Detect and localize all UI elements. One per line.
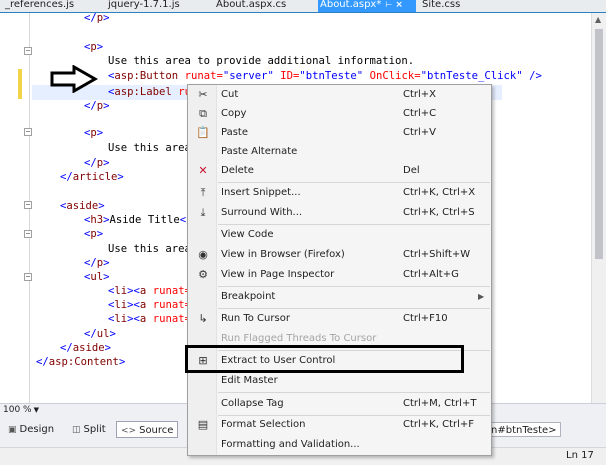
- code-line: Use this area: [108, 243, 191, 255]
- code-line: <aside>: [60, 200, 105, 212]
- arrow-pointer-icon: [50, 65, 98, 93]
- submenu-arrow-icon: ▶: [478, 292, 485, 301]
- code-line: Use this area to provide additional info…: [108, 55, 415, 67]
- code-line: Use this area: [108, 142, 191, 154]
- scroll-up-icon[interactable]: ▲: [595, 15, 601, 24]
- split-icon: ◫: [72, 425, 81, 435]
- change-marker: [18, 69, 22, 99]
- menu-item-paste[interactable]: 📋 Paste Ctrl+V: [189, 123, 490, 143]
- menu-item-view-code[interactable]: View Code: [189, 225, 490, 245]
- tab-about-aspx[interactable]: About.aspx* ⊢ ×: [318, 0, 416, 12]
- highlight-box: [185, 345, 464, 373]
- source-view-button[interactable]: <> Source: [116, 421, 179, 438]
- code-line: <h3>Aside Title</: [84, 214, 192, 226]
- copy-icon: ⧉: [199, 107, 207, 120]
- menu-item-view-in-browser[interactable]: ◉ View in Browser (Firefox) Ctrl+Shift+W: [189, 245, 490, 265]
- fold-toggle-icon[interactable]: −: [24, 47, 32, 55]
- zoom-dropdown[interactable]: 100 % ▼: [3, 405, 39, 415]
- menu-item-cut[interactable]: ✂ Cut Ctrl+X: [189, 85, 490, 105]
- fold-toggle-icon[interactable]: −: [24, 273, 32, 281]
- document-tab-strip: _references.js jquery-1.7.1.js About.asp…: [0, 0, 606, 13]
- code-line: </p>: [84, 100, 110, 112]
- tag-breadcrumb[interactable]: n#btnTeste>: [487, 422, 561, 437]
- code-line: <li><a runat=: [108, 285, 191, 297]
- design-icon: ▣: [8, 425, 17, 435]
- chevron-down-icon: ▼: [33, 406, 39, 414]
- menu-item-collapse-tag[interactable]: Collapse Tag Ctrl+M, Ctrl+T: [189, 394, 490, 414]
- code-line: <p>: [84, 127, 104, 139]
- scrollbar-thumb[interactable]: [595, 29, 603, 259]
- menu-item-breakpoint[interactable]: Breakpoint ▶: [189, 287, 490, 307]
- code-line: </article>: [60, 171, 124, 183]
- fold-toggle-icon[interactable]: −: [24, 201, 32, 209]
- menu-item-surround-with[interactable]: ⤓ Surround With... Ctrl+K, Ctrl+S: [189, 203, 490, 223]
- delete-icon: ✕: [198, 164, 208, 177]
- code-line: <li><a runat=: [108, 313, 191, 325]
- run-to-cursor-icon: ↳: [198, 312, 208, 325]
- menu-item-copy[interactable]: ⧉ Copy Ctrl+C: [189, 104, 490, 124]
- inspector-icon: ⚙: [198, 268, 208, 281]
- code-line: </asp:Content>: [36, 356, 126, 368]
- snippet-icon: ⤒: [200, 186, 206, 199]
- code-line: </p>: [84, 13, 110, 24]
- menu-item-delete[interactable]: ✕ Delete Del: [189, 161, 490, 181]
- editor-context-menu: ✂ Cut Ctrl+X ⧉ Copy Ctrl+C 📋 Paste Ctrl+…: [187, 84, 492, 456]
- code-line: </p>: [84, 157, 110, 169]
- code-line: <ul>: [84, 271, 110, 283]
- tab-about-aspx-cs[interactable]: About.aspx.cs: [214, 0, 288, 12]
- menu-item-insert-snippet[interactable]: ⤒ Insert Snippet... Ctrl+K, Ctrl+X: [189, 183, 490, 203]
- menu-item-view-in-page-inspector[interactable]: ⚙ View in Page Inspector Ctrl+Alt+G: [189, 265, 490, 285]
- code-line-asp-label: <asp:Label ru: [108, 86, 191, 98]
- code-line: </ul>: [84, 328, 116, 340]
- tab-references-js[interactable]: _references.js: [3, 0, 76, 12]
- fold-toggle-icon[interactable]: −: [24, 128, 32, 136]
- design-view-button[interactable]: ▣ Design: [4, 421, 58, 438]
- split-view-button[interactable]: ◫ Split: [68, 421, 110, 438]
- menu-item-run-to-cursor[interactable]: ↳ Run To Cursor Ctrl+F10: [189, 309, 490, 329]
- surround-icon: ⤓: [200, 206, 206, 219]
- pin-icon[interactable]: ⊢: [385, 0, 392, 9]
- code-line: <p>: [84, 228, 104, 240]
- close-icon[interactable]: ×: [395, 0, 403, 10]
- line-number-indicator: Ln 17: [566, 450, 594, 461]
- paste-icon: 📋: [196, 126, 210, 139]
- fold-toggle-icon[interactable]: −: [24, 230, 32, 238]
- code-line: </p>: [84, 257, 110, 269]
- vertical-scrollbar[interactable]: ▲: [591, 13, 606, 403]
- tab-site-css[interactable]: Site.css: [420, 0, 462, 12]
- source-icon: <>: [121, 426, 137, 436]
- menu-item-paste-alternate[interactable]: Paste Alternate: [189, 142, 490, 162]
- code-line: <li><a runat=: [108, 299, 191, 311]
- menu-item-format-selection[interactable]: ▤ Format Selection Ctrl+K, Ctrl+F: [189, 415, 490, 435]
- browser-icon: ◉: [198, 248, 208, 261]
- tab-jquery-js[interactable]: jquery-1.7.1.js: [106, 0, 182, 12]
- code-line: </aside>: [60, 342, 112, 354]
- code-line-asp-button: <asp:Button runat="server" ID="btnTeste"…: [108, 70, 542, 82]
- menu-separator: [218, 392, 490, 393]
- format-selection-icon: ▤: [197, 418, 209, 431]
- menu-item-edit-master[interactable]: Edit Master: [189, 371, 490, 391]
- menu-item-formatting-and-validation[interactable]: Formatting and Validation...: [189, 435, 490, 455]
- code-line: <p>: [84, 41, 104, 53]
- cut-icon: ✂: [198, 88, 208, 101]
